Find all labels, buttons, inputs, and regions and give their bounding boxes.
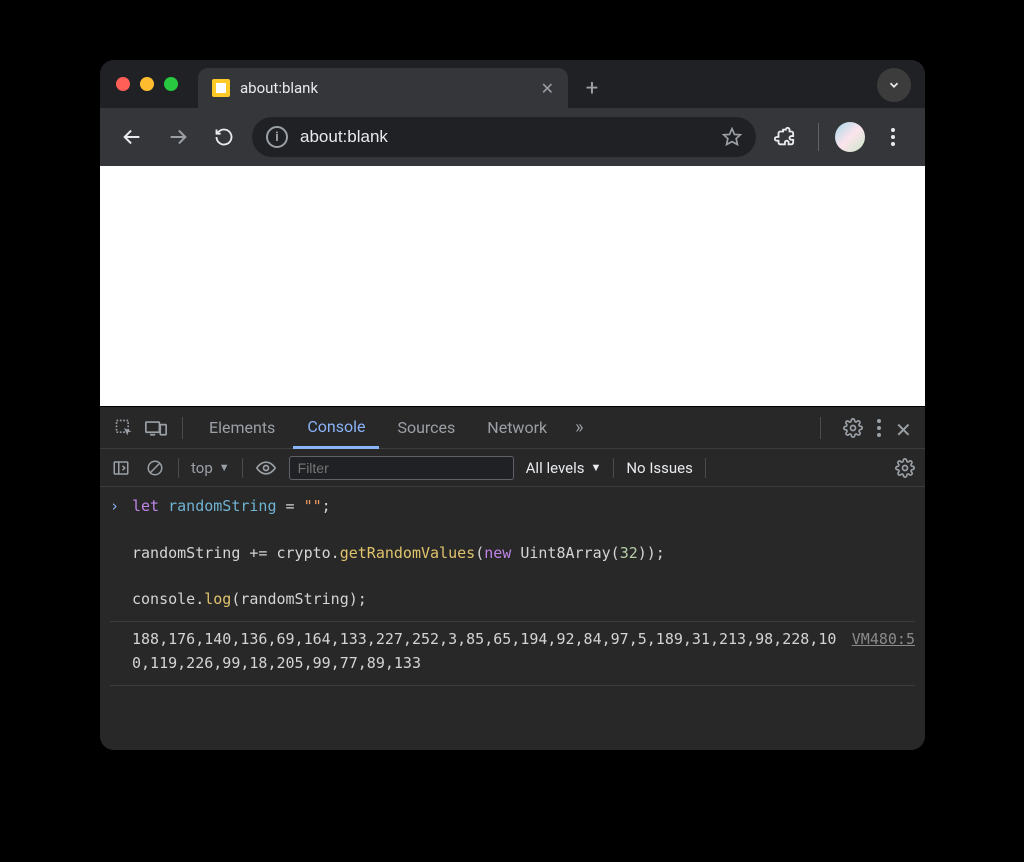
chevron-down-icon — [887, 78, 901, 92]
console-sidebar-toggle[interactable] — [110, 459, 132, 477]
devices-icon — [145, 418, 167, 438]
levels-label: All levels — [526, 459, 585, 477]
triangle-down-icon: ▼ — [590, 461, 601, 474]
console-settings-button[interactable] — [895, 458, 915, 478]
console-output-row: 188,176,140,136,69,164,133,227,252,3,85,… — [110, 622, 915, 675]
eye-icon — [256, 461, 276, 475]
execution-context-selector[interactable]: top ▼ — [191, 459, 230, 477]
profile-avatar[interactable] — [835, 122, 865, 152]
window-controls — [116, 77, 178, 91]
close-window-button[interactable] — [116, 77, 130, 91]
devtools-tab-bar: Elements Console Sources Network » ✕ — [100, 407, 925, 449]
console-separator — [705, 458, 706, 478]
console-filter[interactable] — [289, 456, 514, 480]
url-input[interactable] — [300, 127, 710, 147]
tab-sources[interactable]: Sources — [383, 407, 469, 449]
device-toolbar-button[interactable] — [142, 418, 170, 438]
devtools-separator — [182, 417, 183, 439]
context-label: top — [191, 459, 213, 477]
kebab-icon — [891, 128, 895, 146]
page-viewport — [100, 166, 925, 406]
browser-window: about:blank ✕ + i — [100, 60, 925, 750]
maximize-window-button[interactable] — [164, 77, 178, 91]
gear-icon — [895, 458, 915, 478]
star-icon — [722, 127, 742, 147]
reload-button[interactable] — [206, 119, 242, 155]
inspect-icon — [114, 418, 134, 438]
log-levels-selector[interactable]: All levels ▼ — [526, 459, 602, 477]
filter-input[interactable] — [298, 460, 505, 476]
arrow-right-icon — [167, 126, 189, 148]
console-separator — [178, 458, 179, 478]
extensions-button[interactable] — [766, 119, 802, 155]
tab-title: about:blank — [240, 79, 531, 97]
console-output: 188,176,140,136,69,164,133,227,252,3,85,… — [110, 628, 840, 675]
issues-label[interactable]: No Issues — [626, 459, 693, 477]
devtools-close-button[interactable]: ✕ — [895, 418, 915, 438]
more-tabs-button[interactable]: » — [565, 417, 593, 438]
tab-elements[interactable]: Elements — [195, 407, 289, 449]
tabs-dropdown-button[interactable] — [877, 68, 911, 102]
prompt-chevron-icon: › — [110, 495, 132, 611]
tab-close-button[interactable]: ✕ — [541, 79, 554, 98]
devtools-panel: Elements Console Sources Network » ✕ — [100, 406, 925, 750]
triangle-down-icon: ▼ — [219, 461, 230, 474]
console-source-link[interactable]: VM480:5 — [852, 628, 915, 675]
devtools-settings-button[interactable] — [843, 418, 863, 438]
browser-toolbar: i — [100, 108, 925, 166]
puzzle-icon — [773, 126, 795, 148]
address-bar[interactable]: i — [252, 117, 756, 157]
live-expression-button[interactable] — [255, 461, 277, 475]
bookmark-button[interactable] — [722, 127, 742, 147]
tab-network[interactable]: Network — [473, 407, 561, 449]
favicon-icon — [212, 79, 230, 97]
gear-icon — [843, 418, 863, 438]
clear-console-button[interactable] — [144, 459, 166, 477]
browser-tab[interactable]: about:blank ✕ — [198, 68, 568, 108]
console-divider — [110, 685, 915, 686]
forward-button[interactable] — [160, 119, 196, 155]
new-tab-button[interactable]: + — [576, 72, 608, 104]
arrow-left-icon — [121, 126, 143, 148]
console-separator — [613, 458, 614, 478]
devtools-menu-button[interactable] — [877, 419, 881, 437]
console-toolbar: top ▼ All levels ▼ No Issues — [100, 449, 925, 487]
minimize-window-button[interactable] — [140, 77, 154, 91]
inspect-element-button[interactable] — [110, 418, 138, 438]
console-body[interactable]: › let randomString = ""; randomString +=… — [100, 487, 925, 750]
panel-left-icon — [112, 459, 130, 477]
console-input-row: › let randomString = ""; randomString +=… — [110, 495, 915, 611]
back-button[interactable] — [114, 119, 150, 155]
browser-menu-button[interactable] — [875, 119, 911, 155]
tab-strip: about:blank ✕ + — [100, 60, 925, 108]
console-input-code: let randomString = ""; randomString += c… — [132, 495, 915, 611]
tab-console[interactable]: Console — [293, 407, 379, 449]
devtools-separator — [820, 417, 821, 439]
toolbar-divider — [818, 123, 819, 151]
console-separator — [242, 458, 243, 478]
site-info-icon[interactable]: i — [266, 126, 288, 148]
ban-icon — [146, 459, 164, 477]
reload-icon — [214, 127, 234, 147]
